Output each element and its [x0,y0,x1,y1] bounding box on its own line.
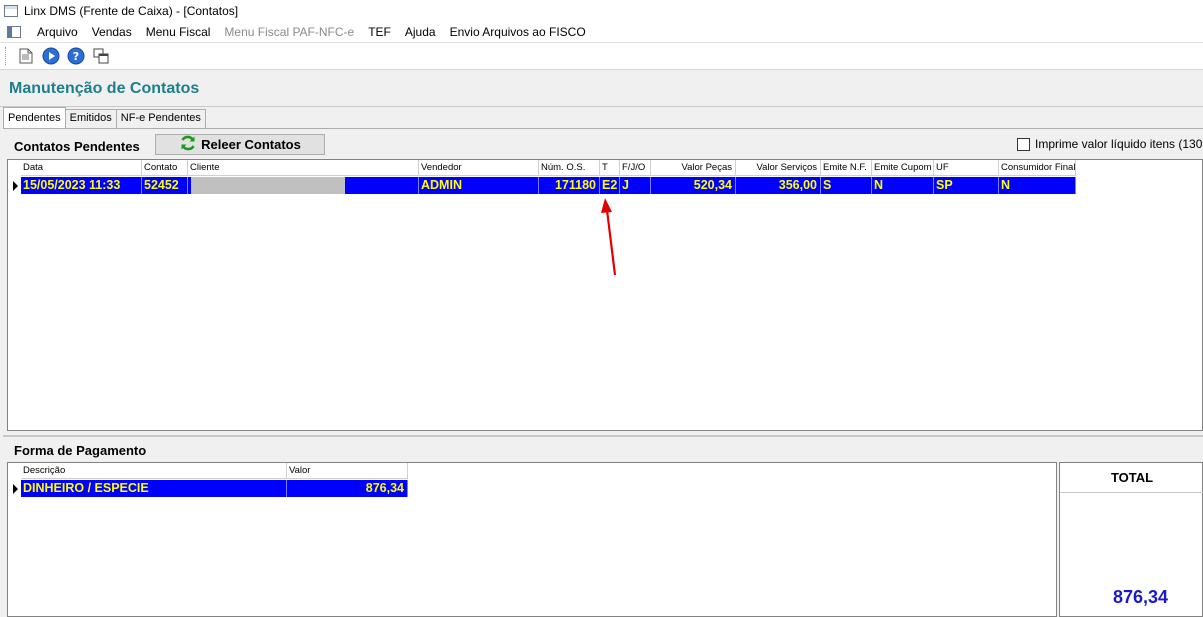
page-header: Manutenção de Contatos [0,71,1203,107]
menu-fiscal[interactable]: Menu Fiscal [139,25,218,39]
toolbar-grip [5,47,7,65]
cell-valor[interactable]: 876,34 [287,480,408,497]
tab-emitidos[interactable]: Emitidos [64,109,117,128]
menu-ajuda[interactable]: Ajuda [398,25,443,39]
page-title: Manutenção de Contatos [9,80,200,97]
col-valor[interactable]: Valor [287,463,408,479]
total-label: TOTAL [1060,463,1203,493]
window-title: Linx DMS (Frente de Caixa) - [Contatos] [24,4,239,18]
tab-strip: Pendentes Emitidos NF-e Pendentes [3,107,206,129]
red-arrow-annotation [601,198,617,276]
menu-arquivo[interactable]: Arquivo [30,25,85,39]
contatos-grid[interactable]: Data Contato Cliente Vendedor Núm. O.S. … [7,159,1203,431]
menu-envio-fisco[interactable]: Envio Arquivos ao FISCO [443,25,593,39]
menu-vendas[interactable]: Vendas [85,25,139,39]
toolbar: ? [0,42,1203,70]
tab-nfe-pendentes[interactable]: NF-e Pendentes [115,109,206,128]
contatos-title: Contatos Pendentes [14,139,140,154]
document-icon[interactable] [15,45,37,67]
help-icon[interactable]: ? [65,45,87,67]
title-bar: Linx DMS (Frente de Caixa) - [Contatos] [0,0,1203,22]
reload-contacts-button[interactable]: Releer Contatos [155,134,325,155]
svg-text:?: ? [73,50,79,63]
col-descricao[interactable]: Descrição [21,463,287,479]
system-menu-icon[interactable] [7,26,21,38]
refresh-icon [179,134,197,155]
total-value: 876,34 [1112,587,1168,607]
payment-row-indicator-icon [9,480,21,497]
payment-grid[interactable]: Descrição Valor DINHEIRO / ESPECIE 876,3… [7,462,1057,617]
print-net-value-label: Imprime valor líquido itens (130 [1035,137,1203,151]
menu-bar: Arquivo Vendas Menu Fiscal Menu Fiscal P… [0,22,1203,42]
print-net-value-checkbox[interactable]: Imprime valor líquido itens (130 [1017,137,1202,151]
total-box: TOTAL 876,34 [1059,462,1203,617]
payment-panel: Forma de Pagamento Descrição Valor DINHE… [3,435,1203,617]
app-icon [4,5,18,17]
checkbox-box[interactable] [1017,137,1030,151]
windows-icon[interactable] [90,45,112,67]
contatos-panel: Contatos Pendentes Releer Contatos Impri… [3,128,1203,431]
reload-contacts-label: Releer Contatos [201,137,301,152]
menu-tef[interactable]: TEF [361,25,398,39]
menu-fiscal-paf[interactable]: Menu Fiscal PAF-NFC-e [217,25,361,39]
cell-descricao[interactable]: DINHEIRO / ESPECIE [21,480,287,497]
play-icon[interactable] [40,45,62,67]
payment-title: Forma de Pagamento [14,443,147,458]
tab-pendentes[interactable]: Pendentes [3,107,66,128]
